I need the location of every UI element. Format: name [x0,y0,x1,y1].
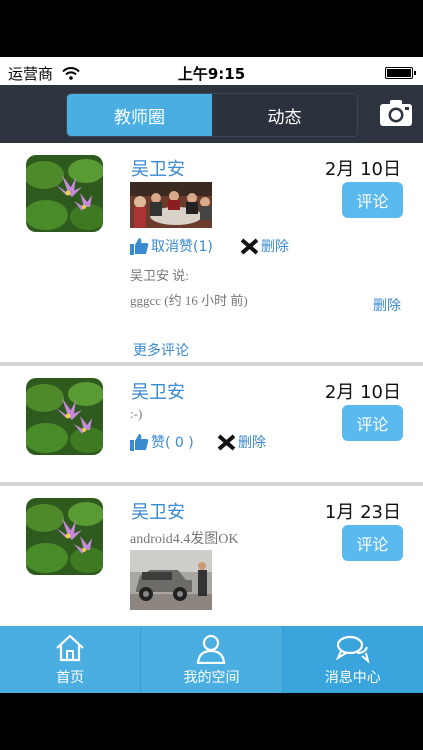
avatar[interactable] [26,498,103,575]
comment-button[interactable]: 评论 [342,405,403,441]
post-content: android4.4发图OK [130,532,239,547]
delete-button[interactable]: 删除 [240,236,289,256]
thumbs-up-icon [130,237,149,255]
delete-label: 删除 [261,239,289,255]
comment-author: 吴卫安 说: [130,268,189,283]
feed-post: 吴卫安 1月 23日 评论 android4.4发图OK [0,486,423,646]
comment-button[interactable]: 评论 [342,182,403,218]
post-date: 2月 10日 [324,382,401,403]
like-button[interactable]: 赞( 0 ) [130,432,194,452]
post-photo[interactable] [130,182,212,228]
home-icon [55,634,85,666]
tab-teacher-circle[interactable]: 教师圈 [67,94,212,136]
comment-text: gggcc (约 16 小时 前) [130,293,248,308]
like-label: 赞( 0 ) [151,435,194,451]
comment-delete-button[interactable]: 删除 [373,295,401,315]
feed-post: 吴卫安 2月 10日 评论 :-) 赞( 0 ) 删除 [0,366,423,486]
camera-icon[interactable] [379,99,413,127]
close-icon [240,237,259,255]
author-name[interactable]: 吴卫安 [131,155,185,181]
close-icon [217,433,236,451]
avatar[interactable] [26,155,103,232]
tab-home[interactable]: 首页 [0,626,142,693]
post-date: 2月 10日 [324,159,401,180]
avatar[interactable] [26,378,103,455]
status-time: 上午9:15 [177,65,246,83]
tab-my-space-label: 我的空间 [183,670,240,686]
battery-icon [385,67,416,79]
chat-icon [335,634,371,668]
more-comments-link[interactable]: 更多评论 [133,340,189,360]
tab-my-space[interactable]: 我的空间 [141,626,283,693]
like-label: 取消赞(1) [151,239,213,255]
feed-post: 吴卫安 2月 10日 评论 取消赞(1) 删除 吴卫安 说: gggcc (约 … [0,143,423,366]
thumbs-up-icon [130,433,149,451]
feed-list[interactable]: 吴卫安 2月 10日 评论 取消赞(1) 删除 吴卫安 说: gggcc (约 … [0,143,423,646]
tab-messages[interactable]: 消息中心 [282,626,423,693]
status-bar: 运营商 上午9:15 [0,57,423,85]
post-photo[interactable] [130,550,212,610]
tab-home-label: 首页 [56,670,85,686]
author-name[interactable]: 吴卫安 [131,498,185,524]
like-button[interactable]: 取消赞(1) [130,236,213,256]
delete-button[interactable]: 删除 [217,432,266,452]
segmented-control: 教师圈 动态 [66,93,358,137]
post-content: :-) [130,406,143,421]
tab-bar: 首页 我的空间 消息中心 [0,626,423,693]
post-date: 1月 23日 [324,502,401,523]
tab-activity[interactable]: 动态 [212,94,357,136]
nav-bar: 教师圈 动态 [0,85,423,143]
author-name[interactable]: 吴卫安 [131,378,185,404]
comment-button[interactable]: 评论 [342,525,403,561]
user-icon [196,634,226,668]
tab-messages-label: 消息中心 [324,670,381,686]
delete-label: 删除 [238,435,266,451]
